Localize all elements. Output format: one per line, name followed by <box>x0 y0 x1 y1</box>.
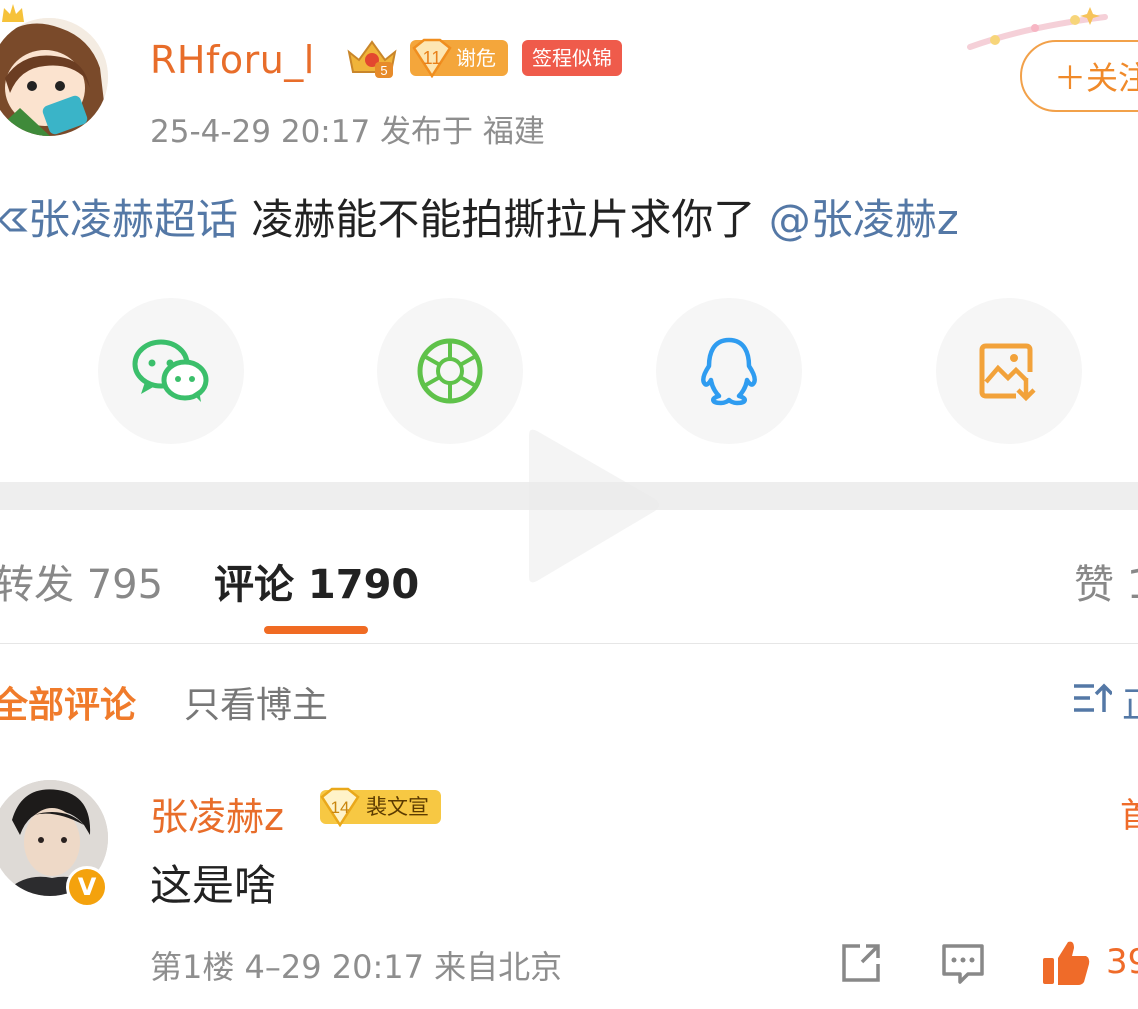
author-avatar[interactable] <box>0 18 108 136</box>
tabs-divider <box>0 643 1138 644</box>
author-username[interactable]: RHforu_l <box>150 38 315 82</box>
post-meta: 25-4-29 20:17 发布于 福建 <box>150 114 545 150</box>
share-comment-icon[interactable] <box>838 940 884 986</box>
crown-icon <box>2 4 24 22</box>
comment-text: 这是啥 <box>150 861 277 910</box>
qq-icon <box>701 337 757 406</box>
tab-likes[interactable]: 赞 1 <box>1074 552 1138 610</box>
commenter-username[interactable]: 张凌赫z <box>150 786 284 841</box>
svg-text:5: 5 <box>380 63 387 78</box>
active-tab-indicator <box>264 626 368 634</box>
tab-reposts[interactable]: 转发 795 <box>0 552 163 610</box>
svg-text:14: 14 <box>331 798 350 817</box>
member-crown-icon: 5 <box>347 40 397 78</box>
share-qq-button[interactable] <box>656 298 802 444</box>
topic-label: 张凌赫超话 <box>28 195 239 244</box>
post-content: 张凌赫超话 凌赫能不能拍撕拉片求你了 @张凌赫z <box>0 186 959 247</box>
sort-icon[interactable] <box>1072 680 1112 716</box>
save-image-icon <box>979 343 1036 402</box>
super-topic-icon <box>0 208 28 232</box>
like-count: 39 <box>1106 942 1138 982</box>
play-icon[interactable] <box>515 425 665 590</box>
reply-comment-icon[interactable] <box>940 940 986 986</box>
comment-top-tag: 首 <box>1120 796 1138 836</box>
share-wechat-button[interactable] <box>98 298 244 444</box>
title-tag-badge[interactable]: 签程似锦 <box>522 40 622 76</box>
fan-level-badge-text: 谢危 <box>456 46 496 70</box>
fan-level-diamond-icon: 11 <box>412 38 452 78</box>
filter-all-comments[interactable]: 全部评论 <box>0 676 136 728</box>
verified-badge: V <box>66 866 108 908</box>
moments-icon <box>417 338 483 404</box>
follow-button[interactable]: ＋关注 <box>1020 40 1138 112</box>
topic-link[interactable]: 张凌赫超话 <box>0 195 238 244</box>
commenter-level-diamond-icon: 14 <box>320 787 360 827</box>
save-image-button[interactable] <box>936 298 1082 444</box>
mention-link[interactable]: @张凌赫z <box>769 195 959 244</box>
share-moments-button[interactable] <box>377 298 523 444</box>
filter-author-only[interactable]: 只看博主 <box>184 676 328 728</box>
wechat-icon <box>132 339 209 402</box>
commenter-fan-badge-text: 裴文宣 <box>366 795 429 819</box>
svg-text:11: 11 <box>423 48 442 68</box>
sort-label[interactable]: 正 <box>1122 676 1138 728</box>
post-text-body: 凌赫能不能拍撕拉片求你了 <box>238 195 769 244</box>
tab-comments[interactable]: 评论 1790 <box>214 552 419 610</box>
comment-meta: 第1楼 4–29 20:17 来自北京 <box>150 948 563 986</box>
like-icon[interactable] <box>1040 938 1092 988</box>
